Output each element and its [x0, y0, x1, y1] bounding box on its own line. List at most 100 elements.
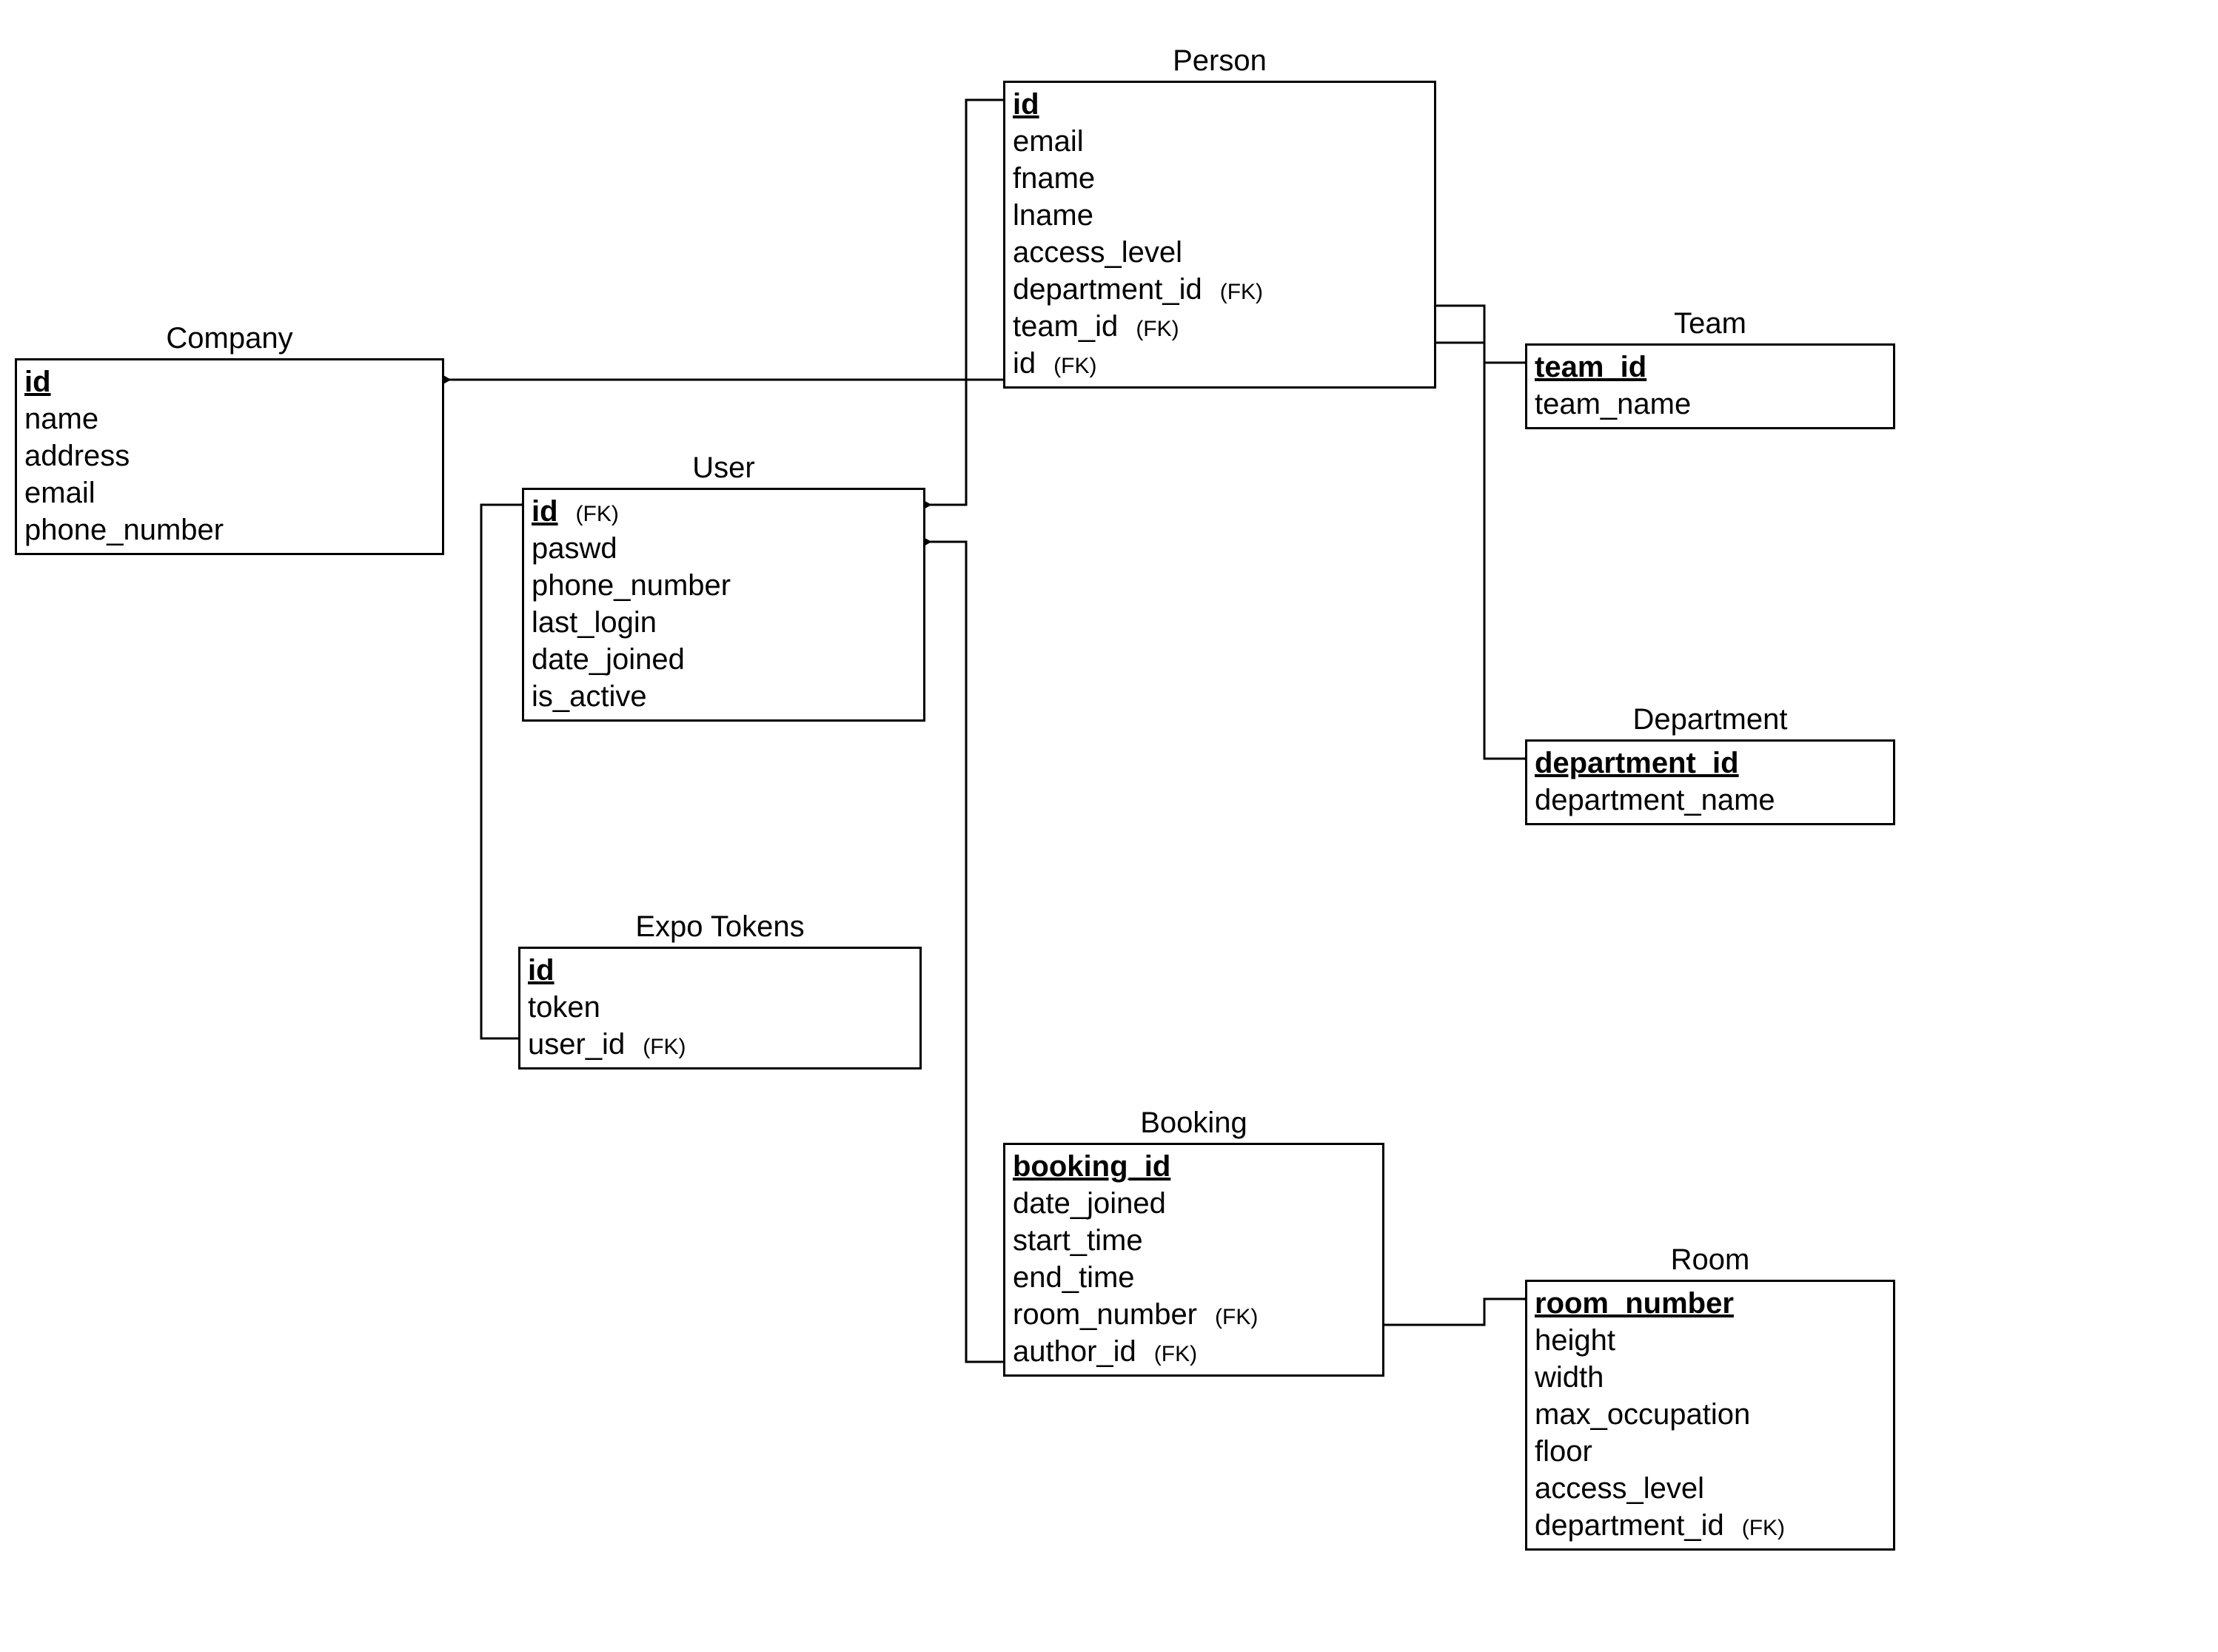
attribute-row: max_occupation — [1535, 1396, 1886, 1433]
entity-box: department_iddepartment_name — [1525, 739, 1895, 825]
entity-team: Team team_idteam_name — [1525, 307, 1895, 429]
attribute-row: department_name — [1535, 782, 1886, 819]
attribute-name: is_active — [532, 678, 647, 715]
attribute-row: fname — [1013, 160, 1427, 197]
attribute-name: phone_number — [532, 567, 731, 604]
attribute-row: phone_number — [532, 567, 916, 604]
rel-person-department — [1436, 306, 1525, 759]
attribute-name: phone_number — [24, 511, 224, 548]
attribute-pk: id — [1013, 86, 1039, 123]
entity-booking: Booking booking_iddate_joinedstart_timee… — [1003, 1107, 1384, 1377]
fk-label: (FK) — [643, 1033, 686, 1061]
fk-label: (FK) — [576, 500, 619, 528]
attribute-row: end_time — [1013, 1259, 1375, 1296]
entity-box: idemailfnamelnameaccess_leveldepartment_… — [1003, 81, 1436, 389]
rel-person-team — [1436, 343, 1525, 363]
attribute-name: email — [24, 474, 96, 511]
rel-booking-room — [1384, 1299, 1525, 1325]
attribute-name: address — [24, 437, 130, 474]
attribute-name: token — [528, 989, 600, 1026]
attribute-row: department_id — [1535, 745, 1886, 782]
attribute-name: name — [24, 400, 98, 437]
attribute-name: department_id — [1535, 1507, 1724, 1544]
attribute-row: id (FK) — [1013, 345, 1427, 382]
rel-expotokens-user — [481, 505, 522, 1038]
entity-box: idtokenuser_id (FK) — [518, 947, 922, 1070]
attribute-name: floor — [1535, 1433, 1592, 1470]
attribute-row: is_active — [532, 678, 916, 715]
attribute-row: date_joined — [1013, 1185, 1375, 1222]
attribute-pk: department_id — [1535, 745, 1739, 782]
attribute-row: room_number (FK) — [1013, 1296, 1375, 1333]
attribute-name: max_occupation — [1535, 1396, 1750, 1433]
entity-title: User — [522, 451, 925, 485]
entity-title: Team — [1525, 307, 1895, 340]
fk-label: (FK) — [1220, 278, 1263, 306]
attribute-pk: booking_id — [1013, 1148, 1170, 1185]
attribute-row: id(FK) — [532, 493, 916, 530]
attribute-name: end_time — [1013, 1259, 1135, 1296]
attribute-name: start_time — [1013, 1222, 1143, 1259]
attribute-pk: id — [528, 952, 554, 989]
attribute-row: height — [1535, 1322, 1886, 1359]
attribute-row: access_level — [1013, 234, 1427, 271]
attribute-name: access_level — [1535, 1470, 1704, 1507]
attribute-row: id — [528, 952, 912, 989]
attribute-name: team_id — [1013, 308, 1118, 345]
entity-title: Department — [1525, 703, 1895, 736]
attribute-row: last_login — [532, 604, 916, 641]
attribute-row: width — [1535, 1359, 1886, 1396]
attribute-row: paswd — [532, 530, 916, 567]
entity-person: Person idemailfnamelnameaccess_leveldepa… — [1003, 44, 1436, 389]
attribute-pk: id — [24, 363, 51, 400]
entity-box: team_idteam_name — [1525, 343, 1895, 429]
attribute-row: user_id (FK) — [528, 1026, 912, 1063]
entity-box: booking_iddate_joinedstart_timeend_timer… — [1003, 1143, 1384, 1377]
attribute-name: room_number — [1013, 1296, 1197, 1333]
attribute-name: user_id — [528, 1026, 625, 1063]
attribute-name: paswd — [532, 530, 617, 567]
entity-box: room_numberheightwidthmax_occupationfloo… — [1525, 1280, 1895, 1551]
rel-person-user — [929, 100, 1003, 505]
attribute-name: fname — [1013, 160, 1095, 197]
entity-box: id(FK)paswdphone_numberlast_logindate_jo… — [522, 488, 925, 722]
attribute-row: booking_id — [1013, 1148, 1375, 1185]
fk-label: (FK) — [1215, 1303, 1258, 1332]
fk-label: (FK) — [1742, 1514, 1785, 1542]
fk-label: (FK) — [1136, 315, 1179, 343]
attribute-row: name — [24, 400, 435, 437]
attribute-name: email — [1013, 123, 1084, 160]
attribute-pk: room_number — [1535, 1285, 1734, 1322]
entity-title: Booking — [1003, 1107, 1384, 1140]
attribute-row: lname — [1013, 197, 1427, 234]
attribute-row: department_id (FK) — [1535, 1507, 1886, 1544]
er-diagram-canvas: Company idnameaddressemailphone_number P… — [0, 0, 2218, 1652]
attribute-row: id — [1013, 86, 1427, 123]
entity-room: Room room_numberheightwidthmax_occupatio… — [1525, 1243, 1895, 1551]
entity-title: Room — [1525, 1243, 1895, 1277]
entity-company: Company idnameaddressemailphone_number — [15, 322, 444, 555]
attribute-name: lname — [1013, 197, 1093, 234]
attribute-name: height — [1535, 1322, 1615, 1359]
attribute-row: token — [528, 989, 912, 1026]
attribute-name: width — [1535, 1359, 1604, 1396]
attribute-row: access_level — [1535, 1470, 1886, 1507]
attribute-pk: team_id — [1535, 349, 1646, 386]
attribute-row: address — [24, 437, 435, 474]
attribute-name: date_joined — [532, 641, 685, 678]
entity-box: idnameaddressemailphone_number — [15, 358, 444, 555]
attribute-row: team_id — [1535, 349, 1886, 386]
attribute-row: department_id(FK) — [1013, 271, 1427, 308]
attribute-name: author_id — [1013, 1333, 1136, 1370]
attribute-row: id — [24, 363, 435, 400]
rel-booking-user — [929, 542, 1003, 1362]
entity-title: Expo Tokens — [518, 910, 922, 944]
attribute-name: id — [1013, 345, 1036, 382]
attribute-row: email — [24, 474, 435, 511]
fk-label: (FK) — [1053, 352, 1096, 380]
entity-expo-tokens: Expo Tokens idtokenuser_id (FK) — [518, 910, 922, 1070]
attribute-row: floor — [1535, 1433, 1886, 1470]
attribute-row: team_id (FK) — [1013, 308, 1427, 345]
attribute-name: date_joined — [1013, 1185, 1166, 1222]
entity-title: Person — [1003, 44, 1436, 78]
